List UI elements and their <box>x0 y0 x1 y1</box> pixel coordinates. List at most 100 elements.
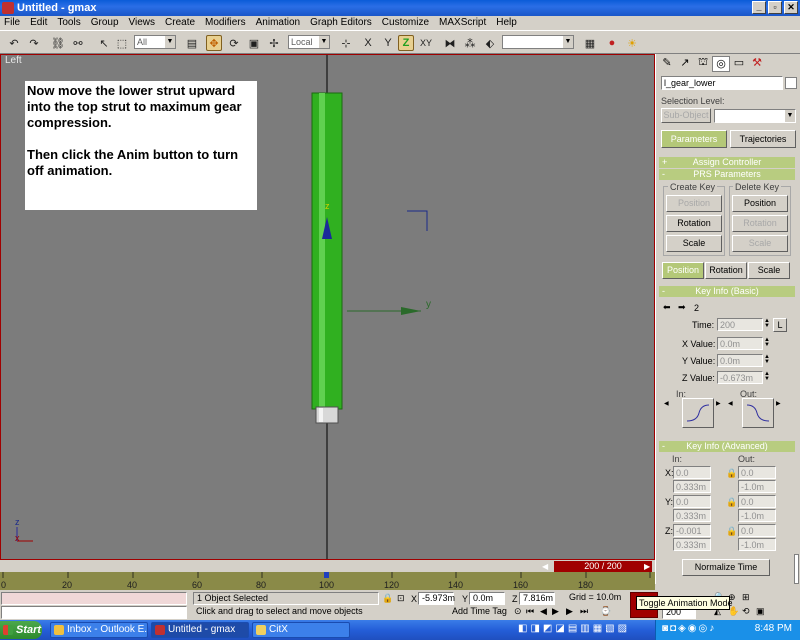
prev-key-icon[interactable]: ⬅ <box>663 302 671 313</box>
x-value-spinner[interactable]: ▲ ▼ <box>764 337 770 348</box>
link-icon[interactable]: ⛓ <box>50 35 66 51</box>
adv-x-out-velocity-field[interactable]: -1.0m <box>738 480 776 493</box>
transform-center-icon[interactable]: ⊹ <box>338 35 354 51</box>
time-field[interactable]: 200 <box>717 318 763 331</box>
y-value-field[interactable]: 0.0m <box>717 354 763 367</box>
menu-edit[interactable]: Edit <box>30 16 47 30</box>
start-button[interactable]: Start <box>0 621 42 639</box>
adv-x-out-field[interactable]: 0.0 <box>738 466 776 479</box>
menu-animation[interactable]: Animation <box>256 16 300 30</box>
create-tab-icon[interactable]: ✎ <box>658 56 676 72</box>
scale-icon[interactable]: ▣ <box>246 35 262 51</box>
zoom-extents-icon[interactable]: ⊞ <box>742 592 750 603</box>
out-tangent-button[interactable] <box>742 398 774 428</box>
quick-launch-icon[interactable]: ◧ <box>518 623 527 634</box>
selection-lock-icon[interactable]: 🔒 <box>382 593 393 604</box>
menu-create[interactable]: Create <box>165 16 195 30</box>
sub-object-dropdown[interactable]: ▼ <box>714 109 796 123</box>
z-coord-field[interactable]: 7.816m <box>519 592 555 605</box>
coordinate-system-dropdown[interactable]: Local ▼ <box>288 35 330 49</box>
time-slider-left-arrow[interactable]: ◀ <box>542 562 548 571</box>
quick-launch-icon[interactable]: ◪ <box>555 623 564 634</box>
quick-launch-icon[interactable]: ◨ <box>530 623 539 634</box>
modify-tab-icon[interactable]: ↗ <box>676 56 694 72</box>
undo-icon[interactable]: ↶ <box>6 35 22 51</box>
axis-z-button[interactable]: Z <box>398 35 414 51</box>
motion-tab-icon[interactable]: ◎ <box>712 56 730 72</box>
tray-icon[interactable]: ◙ <box>662 623 668 634</box>
key-info-advanced-rollout[interactable]: - Key Info (Advanced) <box>659 441 795 452</box>
adv-z-out-field[interactable]: 0.0 <box>738 524 776 537</box>
menu-group[interactable]: Group <box>91 16 119 30</box>
maximize-viewport-icon[interactable]: ▣ <box>756 606 765 617</box>
axis-xy-button[interactable]: XY <box>418 35 434 51</box>
in-tangent-next-icon[interactable]: ▶ <box>716 400 722 407</box>
z-value-spinner[interactable]: ▲ ▼ <box>764 371 770 382</box>
z-value-field[interactable]: -0.673m <box>717 371 763 384</box>
add-time-tag-button[interactable]: Add Time Tag <box>449 606 511 619</box>
delete-position-key-button[interactable]: Position <box>732 195 788 212</box>
time-config-icon[interactable]: ⌚ <box>600 606 611 617</box>
absolute-mode-icon[interactable]: ⊡ <box>397 593 405 604</box>
adv-z-in-field[interactable]: -0.001 <box>673 524 711 537</box>
x-coord-field[interactable]: -5.973m <box>418 592 455 605</box>
adv-y-out-velocity-field[interactable]: -1.0m <box>738 509 776 522</box>
y-value-spinner[interactable]: ▲ ▼ <box>764 354 770 365</box>
axis-x-button[interactable]: X <box>360 35 376 51</box>
restore-button[interactable]: ▫ <box>768 1 782 14</box>
adv-y-in-field[interactable]: 0.0 <box>673 495 711 508</box>
quick-launch-icon[interactable]: ▨ <box>618 623 627 634</box>
object-name-field[interactable]: l_gear_lower <box>661 76 783 90</box>
minimize-button[interactable]: _ <box>752 1 766 14</box>
create-position-key-button[interactable]: Position <box>666 195 722 212</box>
delete-rotation-key-button[interactable]: Rotation <box>732 215 788 232</box>
adv-y-in-velocity-field[interactable]: 0.333m <box>673 509 711 522</box>
unlink-icon[interactable]: ⚯ <box>70 35 86 51</box>
prs-parameters-rollout[interactable]: - PRS Parameters <box>659 169 795 180</box>
adv-z-lock-icon[interactable]: 🔒 <box>726 526 737 537</box>
quick-launch-icon[interactable]: ▥ <box>580 623 589 634</box>
menu-customize[interactable]: Customize <box>382 16 429 30</box>
taskbar-outlook[interactable]: Inbox - Outlook E... <box>50 622 148 638</box>
next-frame-icon[interactable]: ▶ <box>566 606 573 617</box>
track-bar[interactable]: 0 20 40 60 80 100 120 140 160 180 <box>0 572 655 590</box>
menu-help[interactable]: Help <box>496 16 517 30</box>
rotation-mode-button[interactable]: Rotation <box>705 262 747 279</box>
lock-key-button[interactable]: L <box>773 318 787 332</box>
select-arrow-icon[interactable]: ↖ <box>96 35 112 51</box>
out-tangent-next-icon[interactable]: ▶ <box>776 400 782 407</box>
move-icon[interactable]: ✥ <box>206 35 222 51</box>
taskbar-citx[interactable]: CitX <box>252 622 350 638</box>
display-tab-icon[interactable]: ▭ <box>730 56 748 72</box>
adv-x-in-field[interactable]: 0.0 <box>673 466 711 479</box>
out-tangent-prev-icon[interactable]: ◀ <box>728 400 734 407</box>
array-icon[interactable]: ⁂ <box>462 35 478 51</box>
key-mode-icon[interactable]: ⊙ <box>514 606 522 617</box>
time-slider-right-arrow[interactable]: ▶ <box>644 562 650 571</box>
menu-graph-editors[interactable]: Graph Editors <box>310 16 372 30</box>
menu-modifiers[interactable]: Modifiers <box>205 16 246 30</box>
viewport-left[interactable]: Left y z z x Now move the lower strut up… <box>0 54 655 560</box>
pivot-icon[interactable]: ✢ <box>266 35 282 51</box>
quick-launch-icon[interactable]: ◩ <box>543 623 552 634</box>
tray-icon[interactable]: ◈ <box>678 623 686 634</box>
close-button[interactable]: ✕ <box>784 1 798 14</box>
y-coord-field[interactable]: 0.0m <box>469 592 505 605</box>
quick-launch-icon[interactable]: ▦ <box>593 623 602 634</box>
time-spinner[interactable]: ▲ ▼ <box>764 318 770 329</box>
normalize-time-button[interactable]: Normalize Time <box>682 559 770 576</box>
trajectories-tab-button[interactable]: Trajectories <box>730 130 796 148</box>
menu-file[interactable]: File <box>4 16 20 30</box>
adv-x-lock-icon[interactable]: 🔒 <box>726 468 737 479</box>
axis-y-button[interactable]: Y <box>380 35 396 51</box>
go-to-end-icon[interactable]: ⏭ <box>580 606 588 617</box>
adv-y-out-field[interactable]: 0.0 <box>738 495 776 508</box>
x-value-field[interactable]: 0.0m <box>717 337 763 350</box>
object-color-swatch[interactable] <box>785 77 797 89</box>
next-key-icon[interactable]: ➡ <box>678 302 686 313</box>
align-icon[interactable]: ⬖ <box>482 35 498 51</box>
delete-scale-key-button[interactable]: Scale <box>732 235 788 252</box>
named-selection-dropdown[interactable]: ▼ <box>502 35 574 49</box>
menu-tools[interactable]: Tools <box>57 16 80 30</box>
create-scale-key-button[interactable]: Scale <box>666 235 722 252</box>
